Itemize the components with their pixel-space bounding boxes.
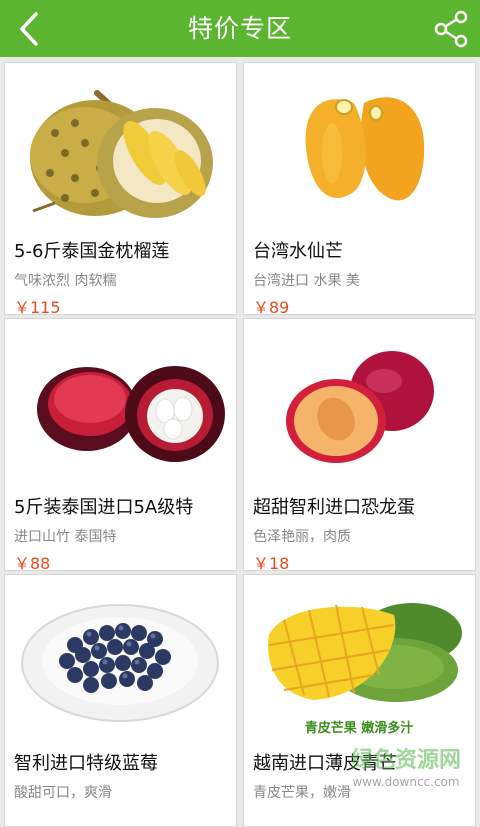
- product-card-blueberry[interactable]: 智利进口特级蓝莓 酸甜可口，爽滑: [4, 574, 237, 827]
- mangosteen-image: [37, 366, 225, 462]
- plum-image: [286, 351, 434, 463]
- product-card-plum[interactable]: 超甜智利进口恐龙蛋 色泽艳丽，肉质 ￥18: [243, 318, 476, 571]
- watermark: 绿色资源网 www.downcc.com: [346, 748, 466, 794]
- durian-image: [30, 90, 213, 218]
- product-card-yellow-mango[interactable]: 台湾水仙芒 台湾进口 水果 美 ￥89: [243, 62, 476, 315]
- top-bar: 特价专区: [0, 0, 480, 57]
- product-price: ￥18: [253, 554, 290, 571]
- product-desc: 进口山竹 泰国特: [14, 529, 117, 545]
- green-mango-caption: 青皮芒果 嫩滑多汁: [305, 720, 414, 736]
- product-desc: 台湾进口 水果 美: [253, 273, 360, 289]
- share-icon[interactable]: [430, 8, 472, 50]
- product-desc: 色泽艳丽，肉质: [253, 529, 351, 545]
- watermark-text: 绿色资源网: [350, 748, 461, 773]
- watermark-url: www.downcc.com: [352, 775, 460, 789]
- product-desc: 酸甜可口，爽滑: [14, 785, 112, 801]
- product-name: 5-6斤泰国金枕榴莲: [14, 241, 170, 262]
- product-name: 超甜智利进口恐龙蛋: [253, 497, 415, 518]
- product-name: 5斤装泰国进口5A级特: [14, 497, 194, 518]
- page-title: 特价专区: [187, 14, 292, 43]
- product-card-durian[interactable]: 5-6斤泰国金枕榴莲 气味浓烈 肉软糯 ￥115: [4, 62, 237, 315]
- product-name: 台湾水仙芒: [253, 241, 343, 262]
- product-desc: 气味浓烈 肉软糯: [14, 273, 117, 289]
- green-mango-image: 青皮芒果 嫩滑多汁: [268, 603, 462, 736]
- yellow-mango-image: [305, 97, 425, 201]
- product-grid: 5-6斤泰国金枕榴莲 气味浓烈 肉软糯 ￥115 台湾水仙芒 台湾进口 水果 美…: [0, 60, 480, 827]
- blueberry-image: [21, 604, 219, 722]
- product-price: ￥88: [14, 554, 51, 571]
- product-card-mangosteen[interactable]: 5斤装泰国进口5A级特 进口山竹 泰国特 ￥88: [4, 318, 237, 571]
- product-price: ￥115: [14, 298, 61, 315]
- product-name: 智利进口特级蓝莓: [14, 753, 158, 774]
- product-price: ￥89: [253, 298, 290, 315]
